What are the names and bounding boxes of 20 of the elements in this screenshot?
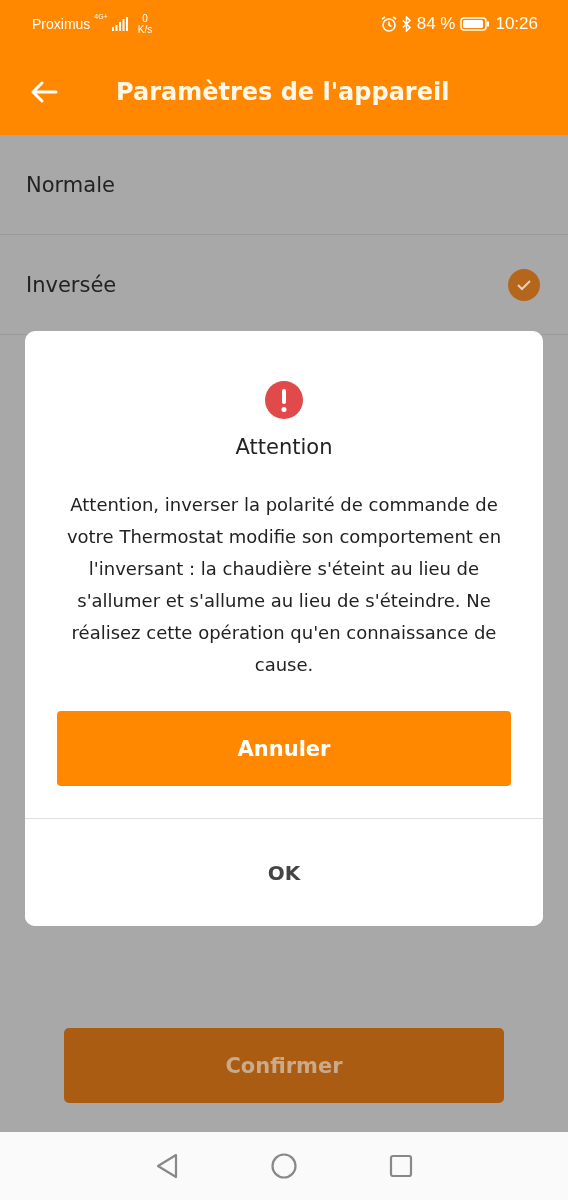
warning-icon — [265, 381, 303, 419]
speed-value: 0 — [142, 13, 148, 24]
bluetooth-icon — [401, 16, 412, 32]
alarm-icon — [380, 16, 397, 32]
speed-unit: K/s — [137, 24, 153, 35]
home-nav-icon[interactable] — [271, 1153, 297, 1179]
recents-nav-icon[interactable] — [389, 1154, 413, 1178]
option-label: Inversée — [26, 272, 117, 297]
dialog-title: Attention — [235, 435, 333, 459]
clock-time: 10:26 — [495, 14, 538, 34]
ok-button[interactable]: OK — [25, 818, 543, 926]
back-button[interactable] — [30, 79, 58, 104]
battery-percent: 84 % — [416, 14, 456, 34]
battery-icon — [460, 17, 491, 31]
signal-icon — [111, 17, 128, 31]
carrier-name: Proximus — [32, 16, 91, 32]
dialog-message: Attention, inverser la polarité de commande de votre Thermostat modifie son comportement en l'inversant : la chaudière s'éteint au lieu de s'allumer et s'allume au lieu de s'éteindre. Ne réalisez cette opération qu'en connaissance de cause. — [65, 493, 503, 677]
back-nav-icon[interactable] — [155, 1153, 179, 1179]
screen-title: Paramètres de l'appareil — [116, 77, 450, 106]
option-label: Normale — [26, 172, 115, 197]
